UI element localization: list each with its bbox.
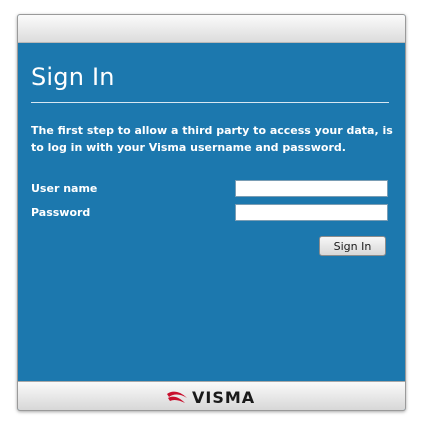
logo-wordmark: VISMA (192, 387, 256, 407)
visma-swoosh-icon (167, 391, 187, 403)
password-label: Password (31, 206, 91, 219)
sign-in-button[interactable]: Sign In (319, 236, 386, 256)
title-divider (31, 102, 389, 103)
page-title: Sign In (31, 63, 115, 91)
intro-text: The first step to allow a third party to… (31, 124, 393, 154)
password-field[interactable] (235, 204, 388, 221)
sign-in-dialog: Sign In The first step to allow a third … (17, 14, 406, 411)
sign-in-panel: Sign In The first step to allow a third … (18, 43, 405, 381)
username-label: User name (31, 182, 98, 195)
visma-logo: VISMA (166, 387, 256, 407)
username-field[interactable] (235, 180, 388, 197)
dialog-header-bar (18, 15, 405, 43)
footer-bar: VISMA (18, 381, 405, 410)
